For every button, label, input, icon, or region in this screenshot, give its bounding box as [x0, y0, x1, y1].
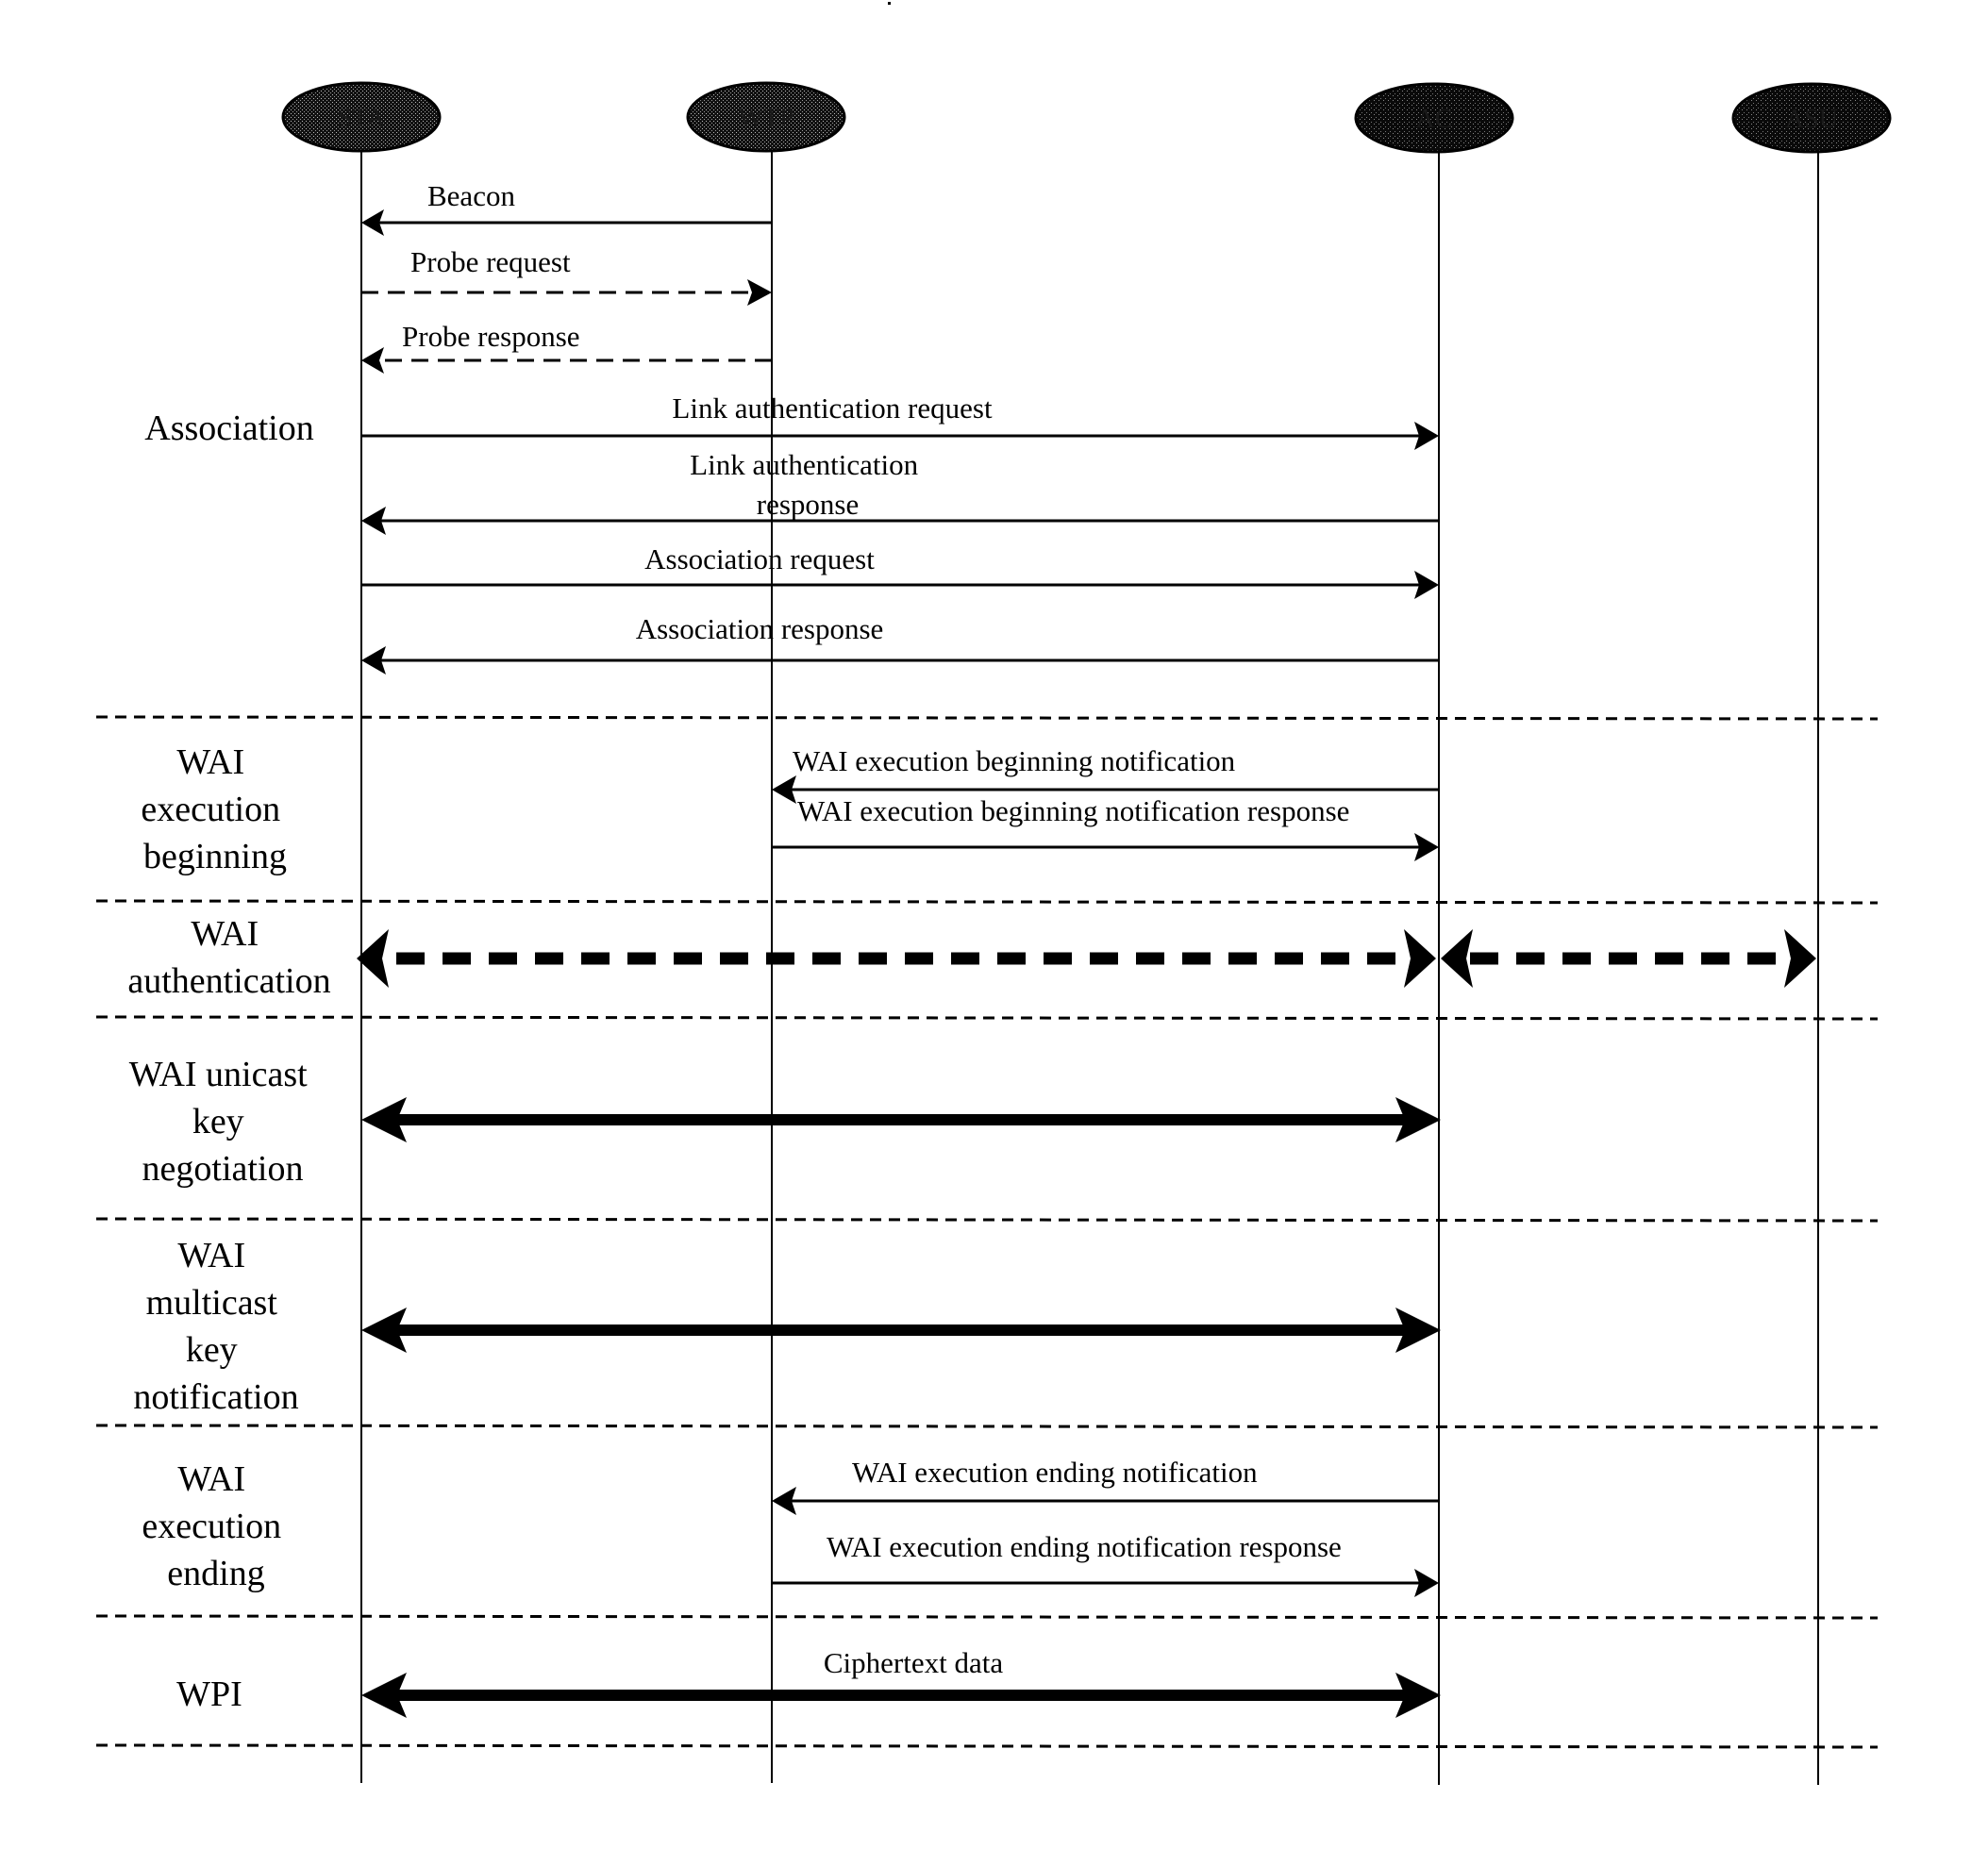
- phase-separator: [95, 1424, 1879, 1429]
- message-label: WAI execution beginning notification: [793, 744, 1236, 777]
- messages: Beacon Probe request Probe response Link…: [357, 179, 1816, 1718]
- phase-separator: [95, 899, 1879, 905]
- message-label: Probe request: [410, 245, 571, 278]
- phase-label-wai-execution-beginning: WAI execution beginning: [141, 742, 289, 876]
- entity-ac: AC: [1354, 82, 1514, 1785]
- message-label: WAI execution ending notification: [852, 1456, 1258, 1489]
- phase-separator: [95, 715, 1879, 721]
- phase-separator: [95, 1217, 1879, 1223]
- message-wai-execution-beginning-notification-response: WAI execution beginning notification res…: [772, 794, 1439, 861]
- entity-wtp: WTP: [686, 81, 846, 1783]
- phase-separator: [95, 1614, 1879, 1620]
- message-label: Ciphertext data: [824, 1646, 1003, 1679]
- entity-label: STA: [338, 104, 386, 133]
- entity-asu: ASU: [1731, 82, 1892, 1785]
- message-link-authentication-response: Link authentication response: [361, 448, 1439, 535]
- phase-separator: [95, 1015, 1879, 1021]
- message-probe-response: Probe response: [361, 320, 772, 374]
- phase-label-wai-execution-ending: WAI execution ending: [142, 1459, 290, 1593]
- message-label: Association request: [644, 542, 875, 575]
- message-ciphertext-data: Ciphertext data: [361, 1646, 1441, 1718]
- message-label: WAI execution beginning notification res…: [797, 794, 1349, 827]
- message-association-response: Association response: [361, 612, 1439, 675]
- message-label: WAI execution ending notification respon…: [827, 1530, 1342, 1563]
- message-wai-multicast-key-notification: [361, 1308, 1441, 1353]
- phase-label-wai-multicast-key-notification: WAI multicast key notification: [133, 1236, 298, 1417]
- arrowhead-right-icon: [1404, 929, 1436, 988]
- message-label: Link authentication request: [672, 392, 993, 425]
- message-probe-request: Probe request: [361, 245, 772, 306]
- phase-labels: Association WAI execution beginning WAI …: [127, 408, 330, 1714]
- entity-label: AC: [1416, 105, 1453, 134]
- message-label: Probe response: [402, 320, 580, 353]
- phase-label-wpi: WPI: [176, 1674, 242, 1714]
- message-link-authentication-request: Link authentication request: [361, 392, 1439, 450]
- scan-artifact: [888, 2, 891, 5]
- arrowhead-left-icon: [361, 347, 384, 374]
- message-wai-authentication-ac-asu: [1441, 929, 1816, 988]
- message-wai-unicast-key-negotiation: [361, 1097, 1441, 1142]
- message-wai-execution-ending-notification: WAI execution ending notification: [772, 1456, 1439, 1515]
- phase-label-association: Association: [144, 408, 313, 448]
- arrowhead-right-icon: [1784, 929, 1816, 988]
- message-beacon: Beacon: [361, 179, 772, 236]
- phase-separators: [95, 715, 1879, 1749]
- entity-label: ASU: [1785, 105, 1838, 134]
- message-association-request: Association request: [361, 542, 1439, 599]
- phase-separator: [95, 1743, 1879, 1749]
- arrowhead-left-icon: [1441, 929, 1473, 988]
- phase-label-wai-authentication: WAI authentication: [127, 914, 330, 1001]
- message-wai-authentication-sta-ac: [357, 929, 1436, 988]
- sequence-diagram: STA WTP AC ASU Association WAI execution: [95, 2, 1892, 1785]
- message-label: Beacon: [427, 179, 515, 212]
- message-label: Association response: [636, 612, 884, 645]
- entity-label: WTP: [738, 104, 794, 133]
- arrowhead-right-icon: [747, 279, 772, 306]
- message-wai-execution-ending-notification-response: WAI execution ending notification respon…: [772, 1530, 1439, 1597]
- phase-label-wai-unicast-key-negotiation: WAI unicast key negotiation: [129, 1055, 316, 1189]
- message-label: Link authentication response: [690, 448, 926, 521]
